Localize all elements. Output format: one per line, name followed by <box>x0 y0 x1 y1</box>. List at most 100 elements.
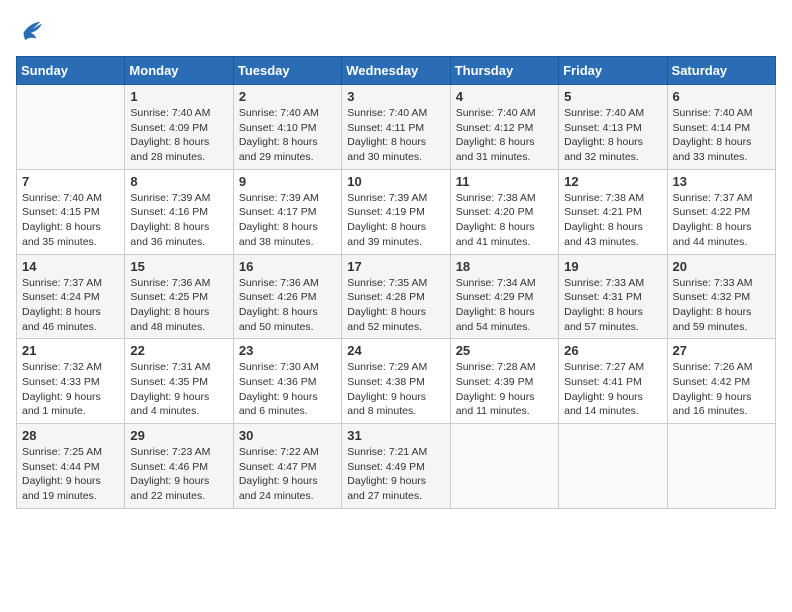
cell-content: Sunrise: 7:23 AMSunset: 4:46 PMDaylight:… <box>130 446 210 502</box>
day-number: 2 <box>239 89 336 104</box>
cell-content: Sunrise: 7:36 AMSunset: 4:25 PMDaylight:… <box>130 277 210 333</box>
calendar-cell: 2 Sunrise: 7:40 AMSunset: 4:10 PMDaylight… <box>233 85 341 170</box>
calendar-cell: 6Sunrise: 7:40 AMSunset: 4:14 PMDaylight… <box>667 85 775 170</box>
calendar-cell <box>450 424 558 509</box>
column-header-tuesday: Tuesday <box>233 57 341 85</box>
cell-content: Sunrise: 7:27 AMSunset: 4:41 PMDaylight:… <box>564 361 644 417</box>
calendar-cell: 19 Sunrise: 7:33 AMSunset: 4:31 PMDayligh… <box>559 254 667 339</box>
day-number: 25 <box>456 343 553 358</box>
cell-content: Sunrise: 7:29 AMSunset: 4:38 PMDaylight:… <box>347 361 427 417</box>
calendar-cell: 29Sunrise: 7:23 AMSunset: 4:46 PMDayligh… <box>125 424 233 509</box>
calendar-cell: 28 Sunrise: 7:25 AMSunset: 4:44 PMDayligh… <box>17 424 125 509</box>
day-number: 5 <box>564 89 661 104</box>
day-number: 15 <box>130 259 227 274</box>
cell-content: Sunrise: 7:40 AMSunset: 4:15 PMDaylight:… <box>22 192 102 248</box>
calendar-cell: 26 Sunrise: 7:27 AMSunset: 4:41 PMDayligh… <box>559 339 667 424</box>
cell-content: Sunrise: 7:38 AMSunset: 4:21 PMDaylight:… <box>564 192 644 248</box>
cell-content: Sunrise: 7:40 AMSunset: 4:11 PMDaylight:… <box>347 107 427 163</box>
cell-content: Sunrise: 7:36 AMSunset: 4:26 PMDaylight:… <box>239 277 319 333</box>
day-number: 19 <box>564 259 661 274</box>
calendar-cell: 24 Sunrise: 7:29 AMSunset: 4:38 PMDayligh… <box>342 339 450 424</box>
day-number: 18 <box>456 259 553 274</box>
cell-content: Sunrise: 7:33 AMSunset: 4:32 PMDaylight:… <box>673 277 753 333</box>
cell-content: Sunrise: 7:22 AMSunset: 4:47 PMDaylight:… <box>239 446 319 502</box>
cell-content: Sunrise: 7:34 AMSunset: 4:29 PMDaylight:… <box>456 277 536 333</box>
page-header <box>16 16 776 44</box>
calendar-cell: 1 Sunrise: 7:40 AMSunset: 4:09 PMDaylight… <box>125 85 233 170</box>
column-header-wednesday: Wednesday <box>342 57 450 85</box>
calendar-cell: 8 Sunrise: 7:39 AMSunset: 4:16 PMDaylight… <box>125 169 233 254</box>
day-number: 12 <box>564 174 661 189</box>
calendar-cell: 17Sunrise: 7:35 AMSunset: 4:28 PMDayligh… <box>342 254 450 339</box>
calendar-cell: 16 Sunrise: 7:36 AMSunset: 4:26 PMDayligh… <box>233 254 341 339</box>
day-number: 9 <box>239 174 336 189</box>
day-number: 13 <box>673 174 770 189</box>
day-number: 22 <box>130 343 227 358</box>
calendar-week-2: 7 Sunrise: 7:40 AMSunset: 4:15 PMDaylight… <box>17 169 776 254</box>
cell-content: Sunrise: 7:37 AMSunset: 4:24 PMDaylight:… <box>22 277 102 333</box>
column-header-thursday: Thursday <box>450 57 558 85</box>
calendar-cell: 27Sunrise: 7:26 AMSunset: 4:42 PMDayligh… <box>667 339 775 424</box>
cell-content: Sunrise: 7:33 AMSunset: 4:31 PMDaylight:… <box>564 277 644 333</box>
day-number: 3 <box>347 89 444 104</box>
cell-content: Sunrise: 7:21 AMSunset: 4:49 PMDaylight:… <box>347 446 427 502</box>
column-header-monday: Monday <box>125 57 233 85</box>
calendar-cell: 21Sunrise: 7:32 AMSunset: 4:33 PMDayligh… <box>17 339 125 424</box>
calendar-cell: 10Sunrise: 7:39 AMSunset: 4:19 PMDayligh… <box>342 169 450 254</box>
calendar-cell: 12 Sunrise: 7:38 AMSunset: 4:21 PMDayligh… <box>559 169 667 254</box>
calendar-cell: 3 Sunrise: 7:40 AMSunset: 4:11 PMDaylight… <box>342 85 450 170</box>
cell-content: Sunrise: 7:37 AMSunset: 4:22 PMDaylight:… <box>673 192 753 248</box>
column-header-sunday: Sunday <box>17 57 125 85</box>
calendar-cell: 23 Sunrise: 7:30 AMSunset: 4:36 PMDayligh… <box>233 339 341 424</box>
day-number: 17 <box>347 259 444 274</box>
calendar-cell: 4 Sunrise: 7:40 AMSunset: 4:12 PMDaylight… <box>450 85 558 170</box>
calendar-cell <box>667 424 775 509</box>
calendar-cell: 25Sunrise: 7:28 AMSunset: 4:39 PMDayligh… <box>450 339 558 424</box>
calendar-cell: 9 Sunrise: 7:39 AMSunset: 4:17 PMDaylight… <box>233 169 341 254</box>
day-number: 26 <box>564 343 661 358</box>
cell-content: Sunrise: 7:40 AMSunset: 4:13 PMDaylight:… <box>564 107 644 163</box>
day-number: 24 <box>347 343 444 358</box>
calendar-cell: 11 Sunrise: 7:38 AMSunset: 4:20 PMDayligh… <box>450 169 558 254</box>
calendar-cell: 22 Sunrise: 7:31 AMSunset: 4:35 PMDayligh… <box>125 339 233 424</box>
day-number: 14 <box>22 259 119 274</box>
cell-content: Sunrise: 7:39 AMSunset: 4:16 PMDaylight:… <box>130 192 210 248</box>
day-number: 7 <box>22 174 119 189</box>
calendar-cell: 31Sunrise: 7:21 AMSunset: 4:49 PMDayligh… <box>342 424 450 509</box>
cell-content: Sunrise: 7:39 AMSunset: 4:17 PMDaylight:… <box>239 192 319 248</box>
column-header-saturday: Saturday <box>667 57 775 85</box>
logo-bird-icon <box>16 16 44 44</box>
day-number: 6 <box>673 89 770 104</box>
calendar-cell: 18 Sunrise: 7:34 AMSunset: 4:29 PMDayligh… <box>450 254 558 339</box>
cell-content: Sunrise: 7:25 AMSunset: 4:44 PMDaylight:… <box>22 446 102 502</box>
cell-content: Sunrise: 7:39 AMSunset: 4:19 PMDaylight:… <box>347 192 427 248</box>
cell-content: Sunrise: 7:38 AMSunset: 4:20 PMDaylight:… <box>456 192 536 248</box>
calendar-week-4: 21Sunrise: 7:32 AMSunset: 4:33 PMDayligh… <box>17 339 776 424</box>
day-number: 23 <box>239 343 336 358</box>
cell-content: Sunrise: 7:40 AMSunset: 4:12 PMDaylight:… <box>456 107 536 163</box>
cell-content: Sunrise: 7:31 AMSunset: 4:35 PMDaylight:… <box>130 361 210 417</box>
day-number: 4 <box>456 89 553 104</box>
day-number: 28 <box>22 428 119 443</box>
cell-content: Sunrise: 7:40 AMSunset: 4:10 PMDaylight:… <box>239 107 319 163</box>
calendar-cell: 30 Sunrise: 7:22 AMSunset: 4:47 PMDayligh… <box>233 424 341 509</box>
day-number: 16 <box>239 259 336 274</box>
calendar-week-5: 28 Sunrise: 7:25 AMSunset: 4:44 PMDayligh… <box>17 424 776 509</box>
cell-content: Sunrise: 7:40 AMSunset: 4:09 PMDaylight:… <box>130 107 210 163</box>
calendar-week-3: 14 Sunrise: 7:37 AMSunset: 4:24 PMDayligh… <box>17 254 776 339</box>
day-number: 20 <box>673 259 770 274</box>
day-number: 11 <box>456 174 553 189</box>
logo <box>16 16 48 44</box>
calendar-cell <box>559 424 667 509</box>
day-number: 1 <box>130 89 227 104</box>
calendar-cell: 7 Sunrise: 7:40 AMSunset: 4:15 PMDaylight… <box>17 169 125 254</box>
calendar-cell: 15 Sunrise: 7:36 AMSunset: 4:25 PMDayligh… <box>125 254 233 339</box>
calendar-cell: 5 Sunrise: 7:40 AMSunset: 4:13 PMDaylight… <box>559 85 667 170</box>
cell-content: Sunrise: 7:30 AMSunset: 4:36 PMDaylight:… <box>239 361 319 417</box>
day-number: 8 <box>130 174 227 189</box>
calendar-week-1: 1 Sunrise: 7:40 AMSunset: 4:09 PMDaylight… <box>17 85 776 170</box>
calendar-cell <box>17 85 125 170</box>
column-header-friday: Friday <box>559 57 667 85</box>
day-number: 30 <box>239 428 336 443</box>
calendar-cell: 14 Sunrise: 7:37 AMSunset: 4:24 PMDayligh… <box>17 254 125 339</box>
